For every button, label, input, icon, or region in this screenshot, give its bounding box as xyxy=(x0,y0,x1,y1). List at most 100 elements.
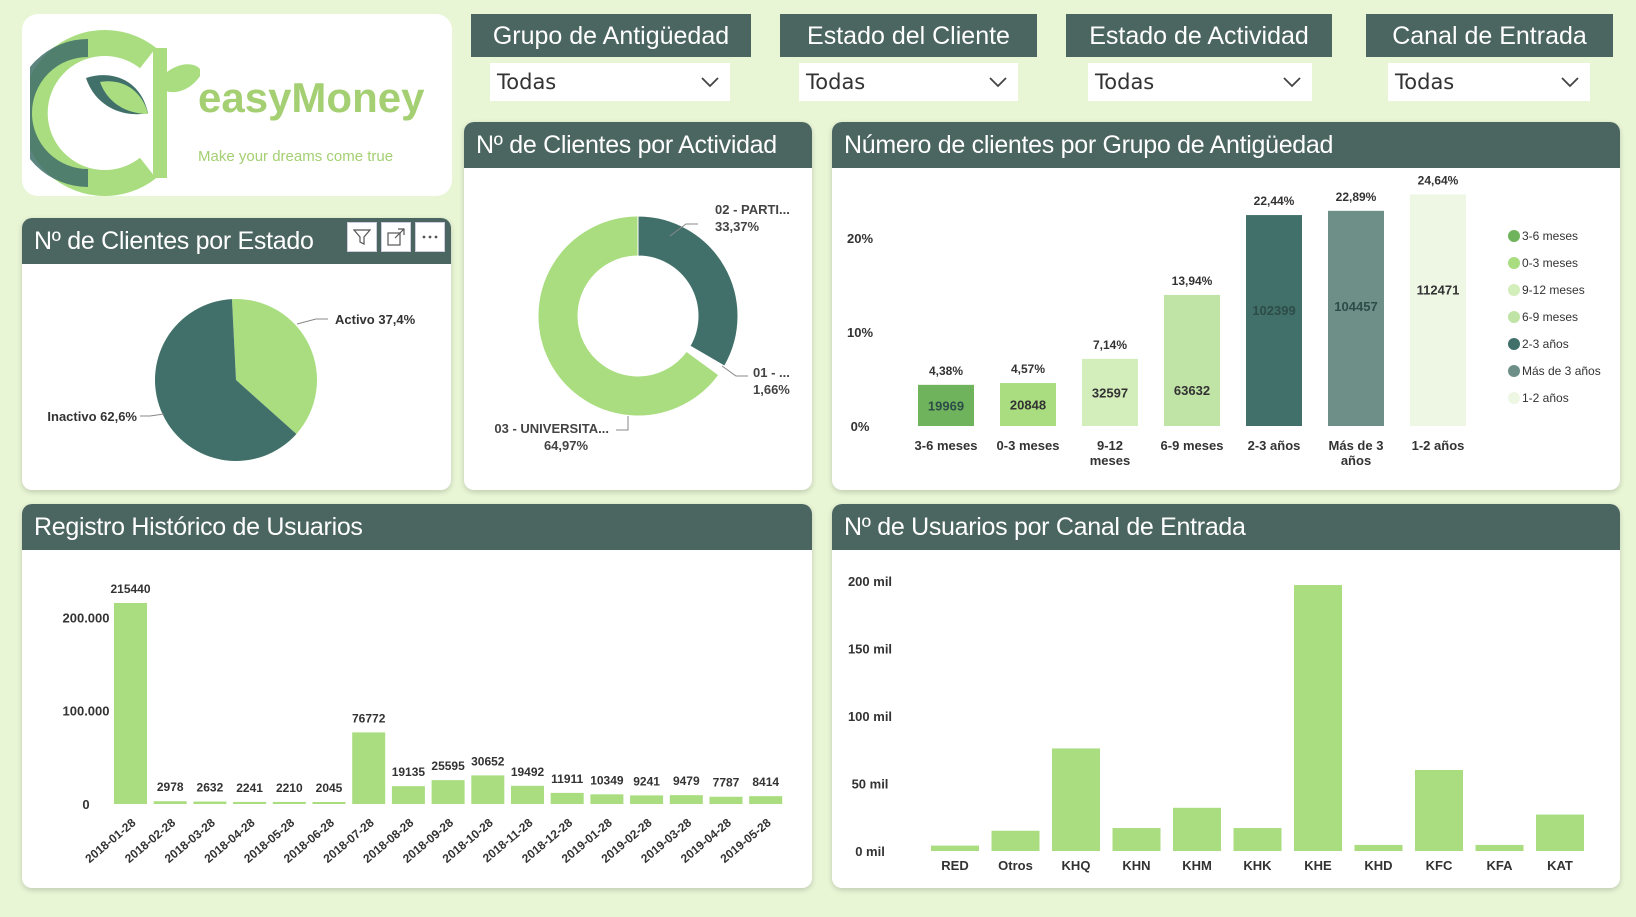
bar xyxy=(272,801,306,804)
value-label: 19492 xyxy=(511,765,545,779)
bar xyxy=(511,785,544,804)
more-options-button[interactable] xyxy=(415,222,445,252)
card-title: Número de clientes por Grupo de Antigüed… xyxy=(832,122,1620,168)
slicer-dropdown[interactable]: Todas xyxy=(1388,63,1590,101)
slicer-dropdown[interactable]: Todas xyxy=(490,63,730,101)
bar xyxy=(1164,294,1220,426)
bar xyxy=(991,830,1040,851)
x-tick-label: Otros xyxy=(998,858,1033,873)
y-tick-label: 20% xyxy=(847,231,873,246)
slicer-dropdown[interactable]: Todas xyxy=(1088,63,1312,101)
bar xyxy=(391,786,425,804)
value-label: 7787 xyxy=(713,776,740,790)
focus-mode-button[interactable] xyxy=(381,222,411,252)
value-label: 9479 xyxy=(673,774,700,788)
y-tick-label: 0 xyxy=(82,797,89,812)
slicer-title: Estado de Actividad xyxy=(1066,14,1332,57)
value-label: 30652 xyxy=(471,754,505,768)
value-label: 19969 xyxy=(928,398,964,413)
x-tick-label: KFA xyxy=(1487,858,1514,873)
visual-toolbar xyxy=(347,222,445,252)
x-tick-label: 1-2 años xyxy=(1412,438,1465,453)
y-tick-label: 0 mil xyxy=(855,844,885,859)
slicer-dropdown[interactable]: Todas xyxy=(799,63,1018,101)
value-label: 2632 xyxy=(197,781,224,795)
percent-label: 22,89% xyxy=(1336,190,1377,204)
card-clientes-por-actividad: Nº de Clientes por Actividad 02 - PARTI.… xyxy=(464,122,812,490)
x-tick-label: KHD xyxy=(1364,858,1392,873)
value-label: 2045 xyxy=(316,781,343,795)
legend-label: 3-6 meses xyxy=(1522,229,1578,243)
bar xyxy=(1233,828,1282,851)
y-tick-label: 200.000 xyxy=(63,610,110,625)
percent-label: 4,57% xyxy=(1011,362,1045,376)
x-tick-label: 6-9 meses xyxy=(1161,438,1224,453)
bar xyxy=(1052,748,1100,851)
bar xyxy=(1246,215,1302,426)
legend-marker xyxy=(1508,230,1520,242)
donut-label: 64,97% xyxy=(544,438,589,453)
bar xyxy=(1294,585,1342,851)
card-clientes-por-estado: Nº de Clientes por Estado Activo 37,4% In… xyxy=(22,218,451,490)
donut-label: 03 - UNIVERSITA... xyxy=(494,421,609,436)
bar xyxy=(1536,814,1584,851)
bar-chart: 0 mil 50 mil 100 mil 150 mil 200 mil RED Otros… xyxy=(848,574,1584,873)
donut-label: 33,37% xyxy=(715,219,760,234)
x-tick-label: KHM xyxy=(1182,858,1212,873)
bar xyxy=(471,775,505,804)
bar xyxy=(312,802,346,804)
x-tick-label: RED xyxy=(941,858,968,873)
value-label: 8414 xyxy=(752,775,779,789)
leader-line xyxy=(721,365,748,377)
bar xyxy=(1415,770,1463,851)
percent-label: 22,44% xyxy=(1254,194,1295,208)
percent-label: 13,94% xyxy=(1172,274,1213,288)
filter-button[interactable] xyxy=(347,222,377,252)
value-label: 11911 xyxy=(551,772,583,786)
y-tick-label: 50 mil xyxy=(852,777,889,792)
bar xyxy=(153,801,187,804)
leaf-logo-icon xyxy=(30,30,200,196)
filter-icon xyxy=(353,229,371,245)
card-usuarios-por-canal: Nº de Usuarios por Canal de Entrada 0 mi… xyxy=(832,504,1620,888)
legend-marker xyxy=(1508,257,1520,269)
pie-chart: Activo 37,4% Inactivo 62,6% xyxy=(47,299,416,461)
brand-logo-card: easyMoney Make your dreams come true xyxy=(22,14,452,196)
bar xyxy=(233,801,267,804)
value-label: 112471 xyxy=(1417,282,1460,297)
legend-label: 6-9 meses xyxy=(1522,310,1578,324)
bar xyxy=(630,795,664,804)
bar xyxy=(1475,844,1524,851)
legend-marker xyxy=(1508,338,1520,350)
y-tick-label: 200 mil xyxy=(848,574,892,589)
bar xyxy=(749,796,783,804)
value-label: 2210 xyxy=(276,781,303,795)
value-label: 215440 xyxy=(110,582,150,596)
bar-chart: 0% 10% 20% 4,38% 19969 3-6 meses 4,57% 20848 0-3… xyxy=(847,173,1601,468)
value-label: 63632 xyxy=(1174,383,1210,398)
leader-line xyxy=(296,318,317,325)
bar xyxy=(193,801,227,804)
y-tick-label: 10% xyxy=(847,325,873,340)
slicer-value: Todas xyxy=(1095,70,1155,94)
y-tick-label: 0% xyxy=(851,419,870,434)
slicer-title: Canal de Entrada xyxy=(1366,14,1613,57)
y-tick-label: 150 mil xyxy=(848,642,892,657)
percent-label: 4,38% xyxy=(929,364,963,378)
more-options-icon xyxy=(422,235,438,239)
card-registro-historico: Registro Histórico de Usuarios 0 100.000 2… xyxy=(22,504,812,888)
card-title: Nº de Usuarios por Canal de Entrada xyxy=(832,504,1620,550)
x-tick-label: Más de 3 xyxy=(1329,438,1384,453)
focus-mode-icon xyxy=(387,228,405,246)
pie-label: Activo 37,4% xyxy=(335,312,416,327)
x-tick-label: KHK xyxy=(1243,858,1272,873)
brand-name: easyMoney xyxy=(198,74,425,121)
x-tick-label: KHN xyxy=(1122,858,1150,873)
donut-slice xyxy=(637,215,739,367)
legend-marker xyxy=(1508,284,1520,296)
legend-label: Más de 3 años xyxy=(1522,364,1601,378)
x-tick-label: KAT xyxy=(1547,858,1573,873)
donut-label: 02 - PARTI... xyxy=(715,202,790,217)
chevron-down-icon xyxy=(1561,77,1579,88)
slicer-value: Todas xyxy=(497,70,557,94)
